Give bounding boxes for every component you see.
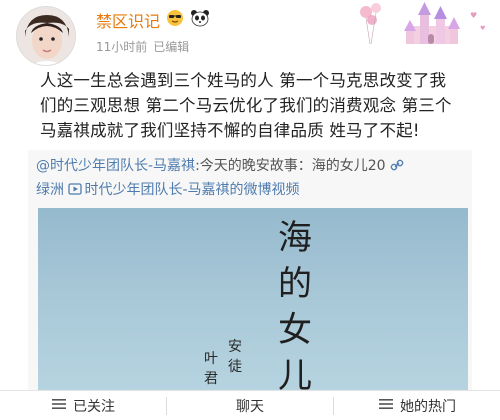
- chat-button[interactable]: 聊天: [167, 391, 333, 420]
- username-row: 禁区识记: [96, 9, 210, 31]
- svg-text:♥: ♥: [470, 11, 477, 20]
- castle-decoration-icon: ♥ ♥: [360, 2, 485, 45]
- post-meta: 11小时前 已编辑: [96, 38, 189, 55]
- panda-emoji-icon: [190, 9, 210, 31]
- post-text: 人这一生总会遇到三个姓马的人 第一个马克思改变了我 们的三观思想 第二个马云优化…: [40, 68, 490, 143]
- thumbnail-title-char: 儿: [278, 356, 312, 390]
- svg-text:♥: ♥: [480, 25, 485, 32]
- video-thumbnail[interactable]: 海 的 女 儿 叶 君 安 徒: [38, 208, 468, 390]
- post-time: 11小时前: [96, 40, 148, 54]
- video-icon[interactable]: [68, 181, 83, 203]
- thumbnail-title-char: 的: [278, 264, 312, 304]
- sunglasses-emoji-icon: [166, 9, 184, 31]
- menu-icon: [51, 397, 67, 415]
- username[interactable]: 禁区识记: [96, 8, 160, 32]
- bottom-toolbar: 已关注 聊天 她的热门: [0, 390, 500, 420]
- repost-content-cont[interactable]: 绿洲: [36, 182, 64, 198]
- chat-label: 聊天: [236, 398, 264, 415]
- post-text-line: 们的三观思想 第二个马云优化了我们的消费观念 第三个: [40, 96, 452, 115]
- post-text-line: 马嘉祺成就了我们坚持不懈的自律品质 姓马了不起!: [40, 121, 420, 140]
- thumbnail-author-char: 安: [228, 339, 242, 355]
- her-hot-label: 她的热门: [400, 398, 456, 415]
- video-link[interactable]: 时代少年团队长-马嘉祺的微博视频: [84, 182, 299, 198]
- thumbnail-author-char: 徒: [228, 359, 242, 375]
- repost-author-link[interactable]: @时代少年团队长-马嘉祺: [36, 158, 195, 174]
- menu-icon: [378, 397, 394, 415]
- edited-label[interactable]: 已编辑: [153, 38, 189, 55]
- thumbnail-author-char: 叶: [204, 351, 218, 367]
- repost-text: @时代少年团队长-马嘉祺:今天的晚安故事：海的女儿20 绿洲 时代少年团队长-马…: [36, 155, 466, 203]
- repost-card[interactable]: @时代少年团队长-马嘉祺:今天的晚安故事：海的女儿20 绿洲 时代少年团队长-马…: [28, 150, 472, 390]
- thumbnail-title-char: 女: [278, 310, 312, 350]
- avatar-image: [17, 7, 75, 65]
- thumbnail-author-char: 君: [204, 371, 218, 387]
- post-text-line: 人这一生总会遇到三个姓马的人 第一个马克思改变了我: [40, 71, 447, 90]
- repost-content: :今天的晚安故事：海的女儿20: [195, 158, 386, 174]
- her-hot-button[interactable]: 她的热门: [334, 391, 500, 420]
- thumbnail-title-char: 海: [278, 218, 312, 258]
- followed-button[interactable]: 已关注: [0, 391, 166, 420]
- followed-label: 已关注: [73, 398, 115, 415]
- avatar[interactable]: [16, 6, 76, 66]
- link-icon[interactable]: [390, 157, 404, 179]
